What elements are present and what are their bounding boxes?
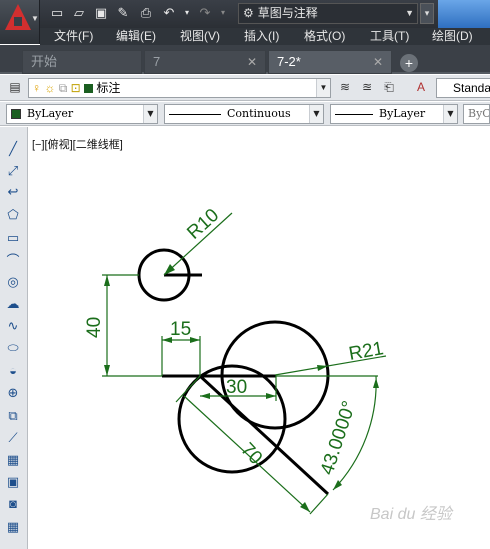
dim-40-text[interactable]: 40 (84, 317, 105, 338)
arrowhead (104, 275, 110, 286)
extension-line (309, 493, 329, 515)
arrowhead (266, 393, 276, 399)
dim-r10-text[interactable]: R10 (183, 205, 223, 244)
geometry-layer (137, 248, 330, 496)
watermark: Bai du 经验 (370, 506, 452, 523)
arrowhead (190, 337, 200, 343)
extension-line (175, 375, 201, 403)
arrowhead (164, 264, 175, 275)
drawing-geometry: R10 40 15 30 R21 70 43.0000° (84, 205, 387, 515)
arrowhead (373, 378, 379, 388)
inclined-line[interactable] (198, 374, 330, 496)
dim-15-text[interactable]: 15 (170, 319, 191, 340)
dim-angle-text[interactable]: 43.0000° (317, 399, 361, 478)
dim-r21-text[interactable]: R21 (347, 338, 385, 365)
arrowhead (200, 393, 210, 399)
arrowhead (104, 365, 110, 376)
dim-30-text[interactable]: 30 (226, 377, 247, 398)
